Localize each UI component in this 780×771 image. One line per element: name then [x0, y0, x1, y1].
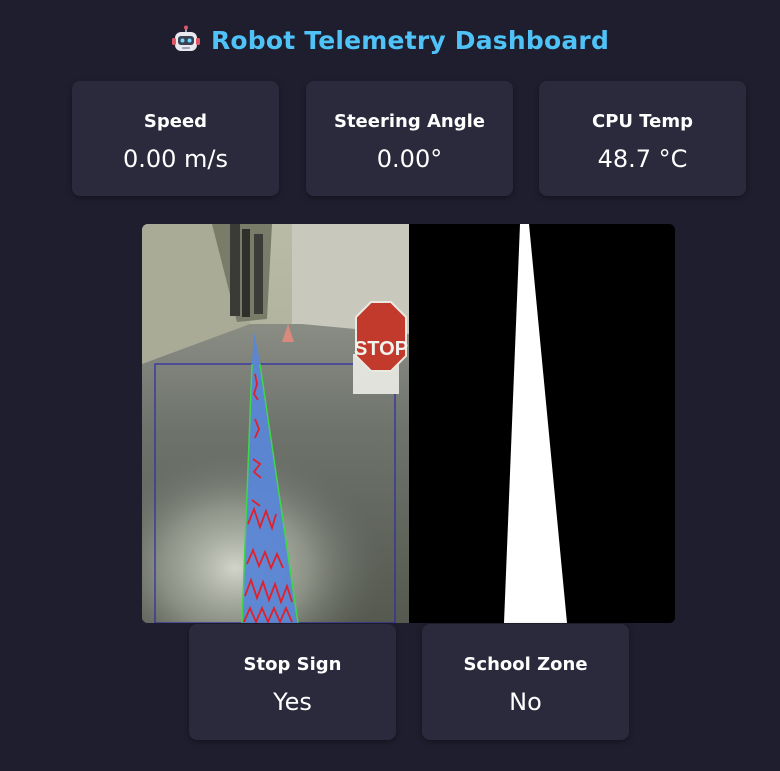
stop-sign-text: STOP [354, 338, 408, 360]
steering-angle-value: 0.00° [376, 145, 443, 173]
cpu-temp-label: CPU Temp [591, 111, 694, 132]
school-zone-card: School Zone No [422, 624, 629, 740]
stop-sign-card: Stop Sign Yes [189, 624, 396, 740]
stop-sign-value: Yes [273, 688, 312, 716]
dashboard-title: Robot Telemetry Dashboard [210, 25, 610, 55]
speed-label: Speed [143, 111, 208, 132]
steering-angle-label: Steering Angle [333, 111, 485, 132]
steering-angle-card: Steering Angle 0.00° [306, 81, 513, 196]
camera-view: STOP [142, 224, 409, 623]
school-zone-label: School Zone [463, 654, 588, 675]
lane-mask-view [409, 224, 675, 623]
robot-icon [171, 25, 200, 51]
camera-feed: STOP [142, 224, 675, 623]
speed-value: 0.00 m/s [122, 145, 229, 173]
speed-card: Speed 0.00 m/s [72, 81, 279, 196]
cpu-temp-value: 48.7 °C [597, 145, 688, 173]
school-zone-value: No [509, 688, 542, 716]
cpu-temp-card: CPU Temp 48.7 °C [539, 81, 746, 196]
stop-sign-label: Stop Sign [243, 654, 342, 675]
dashboard-header: Robot Telemetry Dashboard [0, 18, 780, 62]
